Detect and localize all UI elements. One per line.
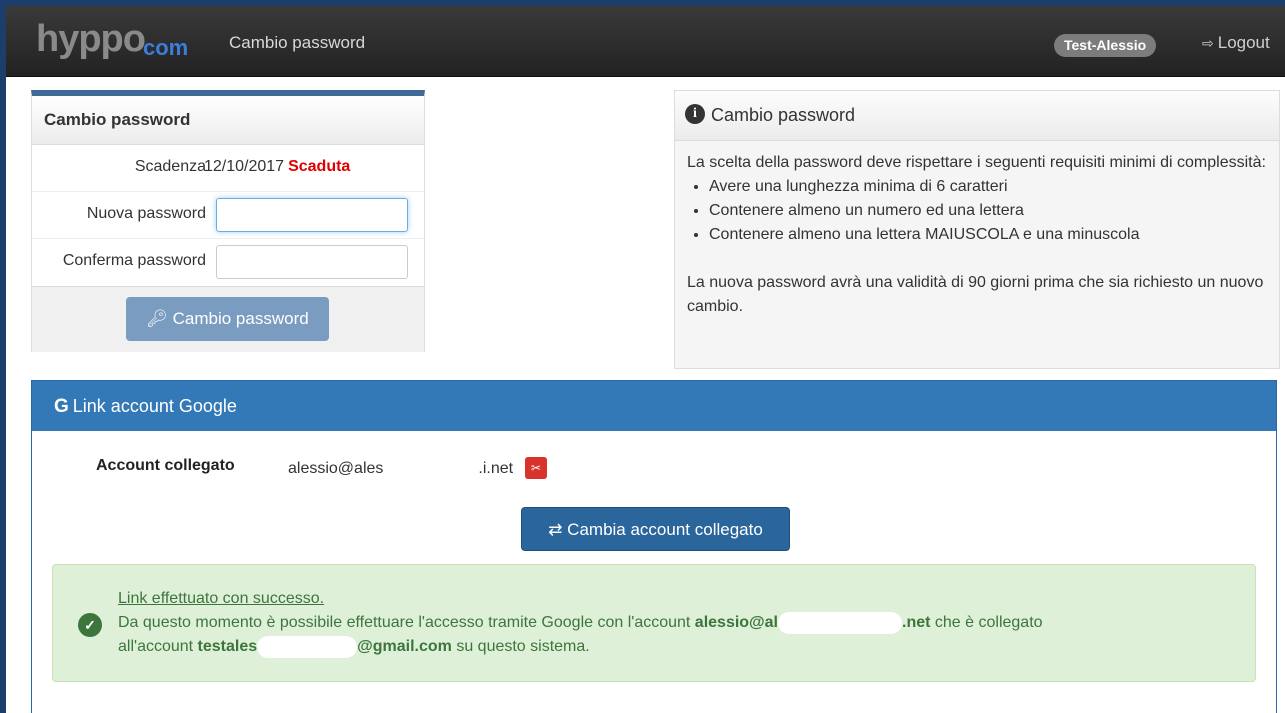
expiry-label: Scadenza	[134, 158, 206, 175]
redaction-mask	[778, 611, 902, 634]
requirement-item: Contenere almeno un numero ed una letter…	[709, 199, 1267, 223]
requirements-intro: La scelta della password deve rispettare…	[687, 154, 1266, 171]
new-password-label: Nuova password	[86, 205, 206, 222]
linked-account-label: Account collegato	[96, 457, 235, 474]
confirm-password-row: Conferma password	[32, 239, 424, 285]
success-alert-title: Link effettuato con successo.	[118, 590, 325, 607]
google-icon: G	[54, 396, 69, 417]
linked-account-prefix: alessio@ales	[288, 460, 384, 477]
success-alert-line2: all'account testales @gmail.com su questo…	[118, 635, 1238, 659]
change-linked-account-button[interactable]: ⇄ Cambia account collegato	[521, 507, 790, 551]
success-alert-line1: Da questo momento è possibile effettuare…	[118, 611, 1238, 635]
google-panel-header: G Link account Google	[32, 381, 1276, 431]
logo-main-text: hyppo	[36, 18, 146, 60]
alert-line1-pre: Da questo momento è possibile effettuare…	[118, 614, 695, 631]
password-panel-footer: 🔑︎ Cambio password	[32, 286, 424, 352]
password-panel: Cambio password Scadenza 12/10/2017 Scadu…	[31, 90, 425, 352]
linked-account-suffix: .i.net	[478, 460, 514, 477]
info-icon: i	[685, 104, 705, 125]
check-circle-icon: ✓	[78, 613, 102, 637]
alert-line1-post: che è collegato	[930, 614, 1043, 631]
logout-label: Logout	[1217, 33, 1270, 52]
success-alert: ✓ Link effettuato con successo. Da quest…	[52, 564, 1256, 682]
confirm-password-input[interactable]	[216, 245, 408, 279]
swap-icon: ⇄	[548, 520, 563, 539]
confirm-password-label: Conferma password	[62, 252, 206, 269]
expiry-value: 12/10/2017 Scaduta	[204, 158, 350, 176]
new-password-row: Nuova password	[32, 192, 424, 239]
logo-sub-text: com	[142, 35, 189, 60]
info-panel-header: i Cambio password	[675, 91, 1279, 141]
logout-link[interactable]: ⇨ Logout	[1202, 33, 1270, 53]
change-password-button[interactable]: 🔑︎ Cambio password	[126, 297, 329, 341]
google-link-panel: G Link account Google Account collegato a…	[31, 380, 1277, 713]
requirement-item: Contenere almeno una lettera MAIUSCOLA e…	[709, 223, 1267, 247]
page-title: Cambio password	[229, 33, 366, 52]
navbar: hyppocom Cambio password Test-Alessio ⇨ L…	[6, 6, 1285, 77]
redaction-mask	[257, 635, 358, 658]
password-panel-header: Cambio password	[32, 96, 424, 145]
user-badge[interactable]: Test-Alessio	[1054, 34, 1157, 57]
requirement-item: Avere una lunghezza minima di 6 caratter…	[709, 175, 1267, 199]
unlink-account-button[interactable]: ✂	[525, 457, 547, 479]
change-password-label: Cambio password	[172, 309, 309, 328]
success-alert-text: Link effettuato con successo. Da questo …	[118, 587, 1238, 659]
unlink-icon: ✂	[530, 461, 542, 475]
key-icon: 🔑︎	[146, 309, 168, 328]
alert-email-prefix: alessio@al	[694, 614, 778, 631]
info-panel-title: Cambio password	[711, 105, 856, 125]
validity-note: La nuova password avrà una validità di 9…	[687, 274, 1264, 315]
requirements-list: Avere una lunghezza minima di 6 caratter…	[687, 175, 1267, 247]
redaction-mask	[383, 457, 479, 473]
change-linked-account-label: Cambia account collegato	[567, 520, 763, 539]
google-panel-title: Link account Google	[72, 396, 237, 416]
alert-user-prefix: testales	[197, 638, 258, 655]
window-left-border	[0, 0, 6, 713]
expiry-row: Scadenza 12/10/2017 Scaduta	[32, 145, 424, 192]
logout-icon: ⇨	[1202, 35, 1214, 51]
expired-status: Scaduta	[288, 158, 351, 175]
alert-email-suffix: .net	[902, 614, 931, 631]
new-password-input[interactable]	[216, 198, 408, 232]
alert-line2-post: su questo sistema.	[451, 638, 590, 655]
info-panel-body: La scelta della password deve rispettare…	[675, 141, 1279, 329]
alert-line2-pre: all'account	[118, 638, 198, 655]
linked-account-value: alessio@ales .i.net	[288, 457, 513, 478]
expiry-date: 12/10/2017	[204, 158, 285, 175]
brand-logo[interactable]: hyppocom	[36, 18, 188, 66]
info-panel: i Cambio password La scelta della passwor…	[674, 90, 1280, 369]
alert-user-suffix: @gmail.com	[357, 638, 452, 655]
